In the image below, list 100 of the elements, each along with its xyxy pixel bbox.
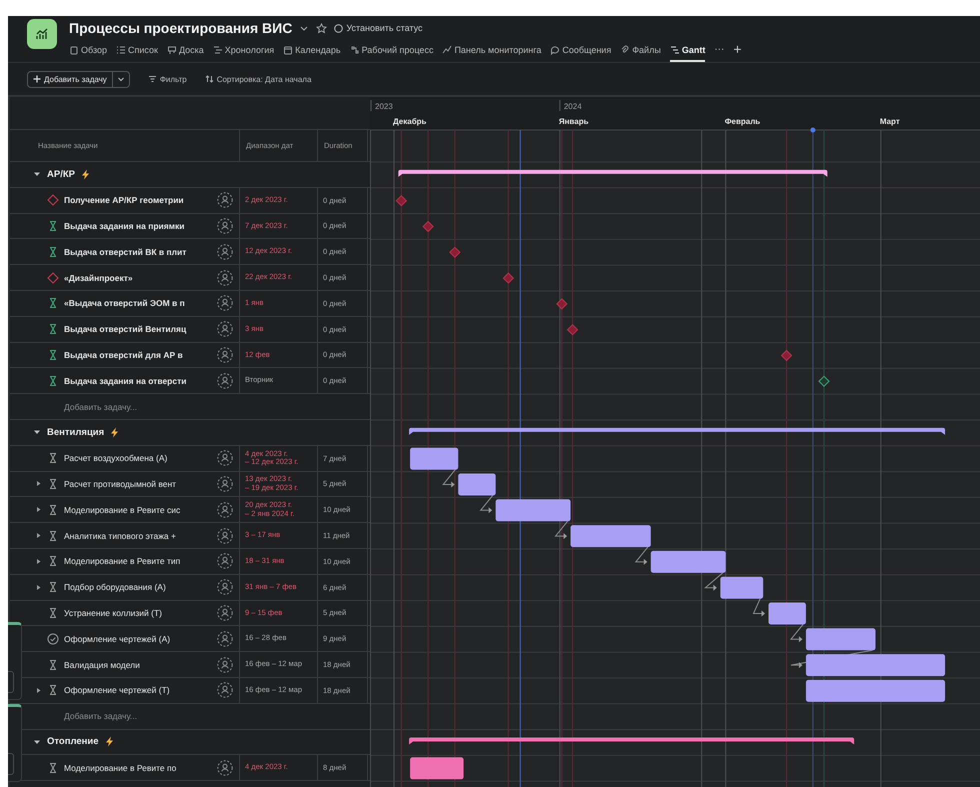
- view-tab[interactable]: Панель мониторинга: [442, 42, 542, 62]
- dependency-arrow: [704, 572, 724, 591]
- task-name[interactable]: Выдача отверстий для АР в: [64, 350, 212, 360]
- hourglass-icon: [47, 684, 59, 696]
- line-chart-icon: [442, 44, 452, 54]
- hourglass-icon: [47, 478, 59, 490]
- assignee-icon[interactable]: [217, 656, 233, 673]
- add-task-button[interactable]: Добавить задачу: [27, 70, 113, 88]
- task-name[interactable]: Выдача задания на приямки: [64, 220, 212, 231]
- filter-button[interactable]: Фильтр: [148, 74, 187, 84]
- task-name[interactable]: Моделирование в Ревите по: [64, 762, 212, 773]
- task-name[interactable]: Выдача отверстий Вентиляц: [64, 324, 212, 334]
- add-task-link[interactable]: Добавить задачу...: [64, 711, 137, 722]
- assignee-icon[interactable]: [217, 270, 233, 286]
- assignee-icon[interactable]: [217, 528, 233, 544]
- expand-caret-icon[interactable]: [35, 506, 42, 514]
- dependency-arrow: [480, 495, 494, 514]
- milestone-diamond[interactable]: [396, 195, 408, 206]
- collapse-caret-icon[interactable]: [33, 170, 41, 178]
- milestone-diamond[interactable]: [502, 272, 514, 284]
- hourglass-icon: [47, 555, 59, 568]
- view-tab[interactable]: Рабочий процесс: [350, 42, 434, 62]
- sort-button[interactable]: Сортировка: Дата начала: [204, 74, 312, 84]
- view-tab[interactable]: Хронология: [212, 42, 274, 62]
- hourglass-icon: [47, 581, 59, 594]
- task-name[interactable]: Выдача задания на отверсти: [64, 376, 212, 386]
- task-name[interactable]: Оформление чертежей (Т): [64, 685, 212, 696]
- task-name[interactable]: «Дизайнпроект»: [64, 272, 212, 283]
- assignee-icon[interactable]: [217, 630, 233, 647]
- assignee-icon[interactable]: [217, 476, 233, 492]
- card-edge[interactable]: [8, 704, 22, 782]
- summary-bar[interactable]: [409, 428, 946, 435]
- task-name[interactable]: Расчет противодымной вент: [64, 478, 212, 489]
- milestone-diamond[interactable]: [556, 298, 568, 310]
- summary-bar[interactable]: [398, 170, 828, 177]
- view-tab[interactable]: Обзор: [69, 42, 107, 62]
- set-status-button[interactable]: Установить статус: [334, 23, 423, 33]
- add-task-link[interactable]: Добавить задачу...: [64, 402, 137, 412]
- year-label: 2023: [375, 102, 393, 111]
- view-tab[interactable]: Сообщения: [550, 42, 612, 62]
- assignee-icon[interactable]: [217, 502, 233, 518]
- assignee-icon[interactable]: [217, 579, 233, 596]
- paperclip-icon: [620, 44, 630, 54]
- card-edge[interactable]: [8, 622, 22, 700]
- assignee-icon[interactable]: [217, 450, 233, 466]
- expand-caret-icon[interactable]: [35, 480, 42, 488]
- task-name[interactable]: Расчет воздухообмена (А): [64, 453, 212, 464]
- task-name[interactable]: Выдача отверстий ВК в плит: [64, 246, 212, 257]
- task-bar[interactable]: [806, 680, 946, 702]
- task-name[interactable]: Устранение коллизий (Т): [64, 608, 212, 618]
- view-tab[interactable]: Доска: [166, 42, 204, 62]
- view-tab[interactable]: Файлы: [620, 42, 661, 62]
- milestone-diamond[interactable]: [449, 246, 461, 258]
- expand-caret-icon[interactable]: [35, 686, 42, 694]
- task-bar[interactable]: [806, 654, 946, 676]
- task-name[interactable]: Моделирование в Ревите сис: [64, 504, 212, 515]
- project-logo: [27, 19, 57, 49]
- check-circle-icon[interactable]: [47, 632, 59, 645]
- add-task-dropdown[interactable]: [112, 70, 130, 88]
- task-name[interactable]: Моделирование в Ревите тип: [64, 556, 212, 566]
- task-bar[interactable]: [650, 550, 726, 573]
- task-name[interactable]: Оформление чертежей (А): [64, 634, 212, 644]
- milestone-diamond[interactable]: [818, 376, 830, 387]
- milestone-diamond[interactable]: [422, 220, 434, 232]
- collapse-caret-icon[interactable]: [33, 738, 41, 746]
- assignee-icon[interactable]: [217, 346, 233, 363]
- add-tab-button[interactable]: +: [733, 41, 742, 63]
- hourglass-icon: [47, 658, 59, 671]
- milestone-diamond[interactable]: [566, 324, 578, 336]
- assignee-icon[interactable]: [217, 321, 233, 338]
- task-name[interactable]: Получение АР/КР геометрии: [64, 195, 212, 206]
- assignee-icon[interactable]: [217, 218, 233, 234]
- star-icon[interactable]: [316, 22, 328, 34]
- expand-caret-icon[interactable]: [35, 584, 42, 591]
- assignee-icon[interactable]: [217, 760, 233, 776]
- assignee-icon[interactable]: [217, 682, 233, 698]
- chevron-down-icon: [116, 75, 125, 83]
- task-name[interactable]: Валидация модели: [64, 660, 212, 670]
- task-name[interactable]: Аналитика типового этажа +: [64, 530, 212, 541]
- task-name[interactable]: Подбор оборудования (А): [64, 582, 212, 592]
- assignee-icon[interactable]: [217, 244, 233, 260]
- assignee-icon[interactable]: [217, 604, 233, 621]
- assignee-icon[interactable]: [217, 192, 233, 208]
- collapse-caret-icon[interactable]: [33, 428, 41, 436]
- summary-bar[interactable]: [409, 738, 854, 744]
- task-name[interactable]: «Выдача отверстий ЭОМ в п: [64, 298, 212, 308]
- more-tabs-button[interactable]: ···: [714, 44, 724, 60]
- task-bar[interactable]: [720, 576, 764, 599]
- assignee-icon[interactable]: [217, 372, 233, 389]
- view-tab[interactable]: Календарь: [283, 42, 341, 62]
- expand-caret-icon[interactable]: [35, 558, 42, 565]
- expand-caret-icon[interactable]: [35, 532, 42, 540]
- hourglass-icon: [47, 606, 59, 619]
- task-bar[interactable]: [570, 525, 651, 548]
- year-label: 2024: [564, 102, 582, 111]
- assignee-icon[interactable]: [217, 295, 233, 312]
- milestone-diamond[interactable]: [780, 350, 792, 362]
- view-tab[interactable]: Gantt: [670, 42, 706, 62]
- view-tab[interactable]: Список: [116, 42, 158, 62]
- assignee-icon[interactable]: [217, 553, 233, 570]
